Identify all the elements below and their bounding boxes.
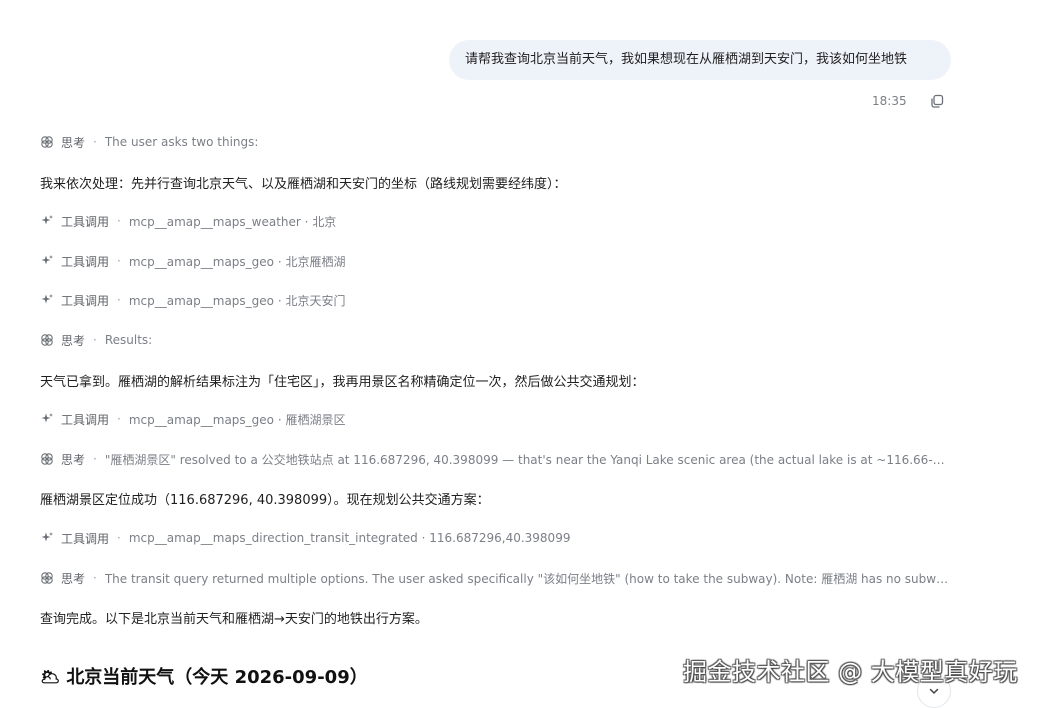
tool-label: 工具调用	[61, 293, 110, 308]
separator: ·	[117, 214, 121, 228]
separator: ·	[117, 531, 121, 545]
separator: ·	[93, 571, 97, 585]
tool-label: 工具调用	[61, 531, 110, 546]
separator: ·	[93, 135, 97, 149]
think-summary: Results:	[104, 333, 153, 347]
assistant-text: 雁栖湖景区定位成功（116.687296, 40.398099）。现在规划公共交…	[40, 492, 490, 508]
think-step[interactable]: 思考 · The user asks two things:	[40, 131, 952, 153]
copy-icon[interactable]	[929, 93, 945, 109]
separator: ·	[93, 333, 97, 347]
tool-call-step[interactable]: 工具调用 · mcp__amap__maps_geo · 北京雁栖湖	[40, 250, 952, 272]
tool-call-step[interactable]: 工具调用 · mcp__amap__maps_geo · 雁栖湖景区	[40, 408, 952, 430]
tool-summary: mcp__amap__maps_geo · 北京雁栖湖	[128, 254, 346, 269]
think-label: 思考	[61, 452, 86, 467]
tool-summary: mcp__amap__maps_weather · 北京	[128, 214, 337, 229]
tool-call-step[interactable]: 工具调用 · mcp__amap__maps_weather · 北京	[40, 210, 952, 232]
assistant-text: 我来依次处理：先并行查询北京天气、以及雁栖湖和天安门的坐标（路线规划需要经纬度）…	[40, 176, 567, 192]
sparkle-icon	[41, 255, 53, 265]
think-step[interactable]: 思考 · The transit query returned multiple…	[40, 567, 952, 589]
tool-label: 工具调用	[61, 412, 110, 427]
think-step[interactable]: 思考 · "雁栖湖景区" resolved to a 公交地铁站点 at 116…	[40, 448, 952, 470]
sparkle-icon	[41, 294, 53, 304]
think-label: 思考	[61, 135, 86, 150]
think-summary: The user asks two things:	[104, 135, 259, 149]
think-summary: "雁栖湖景区" resolved to a 公交地铁站点 at 116.6872…	[104, 452, 952, 467]
think-step[interactable]: 思考 · Results:	[40, 329, 952, 351]
separator: ·	[93, 452, 97, 466]
heading-text: 北京当前天气（今天 2026-09-09）	[66, 667, 368, 688]
tool-summary: mcp__amap__maps_geo · 北京天安门	[128, 293, 346, 308]
tool-summary: mcp__amap__maps_geo · 雁栖湖景区	[128, 412, 346, 427]
think-label: 思考	[61, 571, 86, 586]
separator: ·	[117, 412, 121, 426]
tool-call-step[interactable]: 工具调用 · mcp__amap__maps_direction_transit…	[40, 527, 952, 549]
assistant-text: 查询完成。以下是北京当前天气和雁栖湖→天安门的地铁出行方案。	[40, 611, 428, 627]
assistant-text: 天气已拿到。雁栖湖的解析结果标注为「住宅区」，我再用景区名称精确定位一次，然后做…	[40, 374, 645, 390]
cloud-icon: 🌥	[40, 666, 61, 686]
watermark: 掘金技术社区 @ 大模型真好玩	[683, 658, 1018, 686]
brain-icon	[41, 334, 53, 346]
tool-summary: mcp__amap__maps_direction_transit_integr…	[128, 531, 571, 545]
user-message-text: 请帮我查询北京当前天气，我如果想现在从雁栖湖到天安门，我该如何坐地铁	[465, 52, 908, 67]
sparkle-icon	[41, 413, 53, 423]
separator: ·	[117, 293, 121, 307]
sparkle-icon	[41, 215, 53, 225]
message-meta: 18:35	[872, 91, 945, 111]
brain-icon	[41, 572, 53, 584]
separator: ·	[117, 254, 121, 268]
brain-icon	[41, 453, 53, 465]
tool-call-step[interactable]: 工具调用 · mcp__amap__maps_geo · 北京天安门	[40, 289, 952, 311]
tool-label: 工具调用	[61, 254, 110, 269]
sparkle-icon	[41, 532, 53, 542]
think-summary: The transit query returned multiple opti…	[104, 571, 952, 586]
tool-label: 工具调用	[61, 214, 110, 229]
think-label: 思考	[61, 333, 86, 348]
user-message-bubble: 请帮我查询北京当前天气，我如果想现在从雁栖湖到天安门，我该如何坐地铁	[449, 40, 951, 80]
brain-icon	[41, 136, 53, 148]
message-timestamp: 18:35	[872, 94, 907, 108]
weather-section-heading: 🌥 北京当前天气（今天 2026-09-09）	[40, 662, 368, 690]
